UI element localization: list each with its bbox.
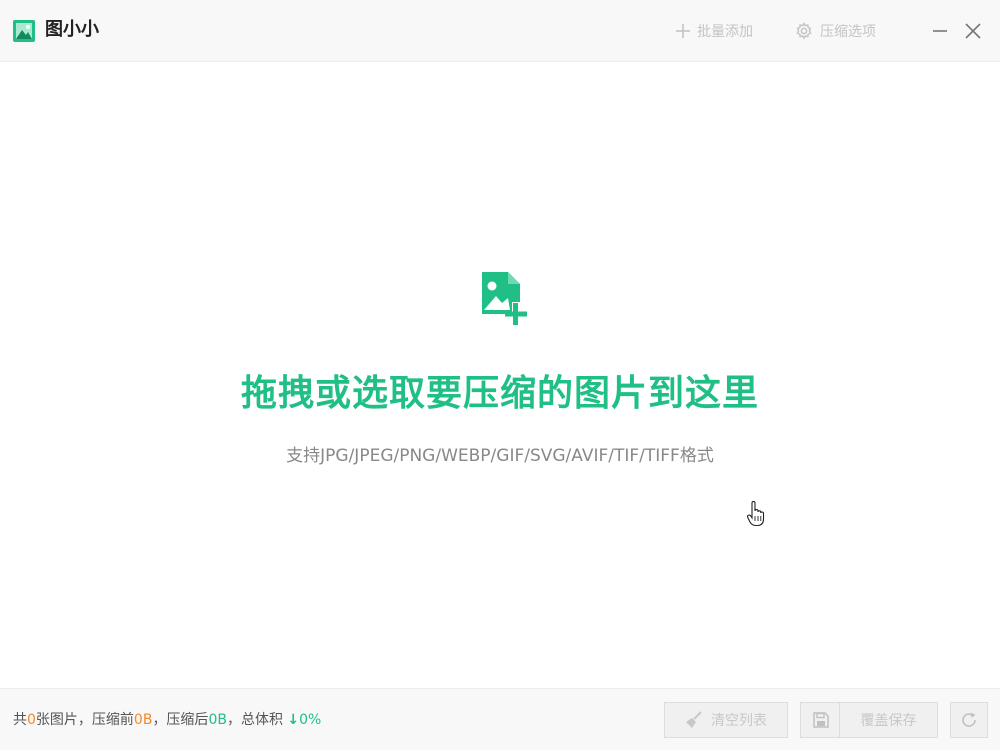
reduction-ratio: 0% [299, 712, 322, 728]
overwrite-save-button[interactable]: 覆盖保存 [839, 702, 938, 738]
image-add-icon [482, 272, 527, 325]
stats-total-prefix: ，总体积 [226, 712, 283, 728]
image-count: 0 [27, 712, 36, 728]
batch-add-label: 批量添加 [697, 24, 753, 40]
compress-options-button[interactable]: 压缩选项 [795, 19, 876, 43]
refresh-button[interactable] [950, 702, 988, 738]
refresh-icon [962, 712, 976, 727]
batch-add-button[interactable]: 批量添加 [676, 19, 753, 43]
arrow-down-icon: ↓ [287, 712, 300, 728]
stats-count-suffix: 张图片，压缩前 [35, 712, 134, 728]
clear-list-button[interactable]: 清空列表 [664, 702, 788, 738]
clear-list-label: 清空列表 [711, 713, 767, 729]
close-icon[interactable] [962, 20, 984, 42]
save-icon [812, 712, 829, 728]
compression-stats: 共0张图片，压缩前0B，压缩后0B，总体积 ↓0% [13, 709, 321, 731]
gear-icon [796, 22, 812, 40]
title-bar[interactable]: 图小小 批量添加 压缩选项 [0, 0, 1000, 62]
compress-options-label: 压缩选项 [820, 24, 876, 40]
app-logo-icon [13, 20, 35, 42]
overwrite-save-label: 覆盖保存 [860, 713, 917, 729]
save-icon-button[interactable] [800, 702, 840, 738]
supported-formats-text: 支持JPG/JPEG/PNG/WEBP/GIF/SVG/AVIF/TIF/TIF… [286, 446, 714, 466]
stats-prefix: 共 [13, 712, 27, 728]
broom-icon [686, 711, 702, 728]
app-title: 图小小 [45, 19, 99, 40]
drop-zone[interactable]: 拖拽或选取要压缩的图片到这里 支持JPG/JPEG/PNG/WEBP/GIF/S… [0, 62, 1000, 688]
app-window: 图小小 批量添加 压缩选项 拖拽或选取要压缩的图片到这里 支持JPG/JPEG/… [0, 0, 1000, 750]
status-bar: 共0张图片，压缩前0B，压缩后0B，总体积 ↓0% 清空列表 覆盖保存 [0, 688, 1000, 750]
minimize-icon[interactable] [929, 20, 951, 42]
plus-icon [676, 24, 690, 38]
drop-zone-heading: 拖拽或选取要压缩的图片到这里 [240, 373, 759, 414]
hand-cursor-icon [747, 501, 765, 527]
stats-after-prefix: ，压缩后 [152, 712, 209, 728]
size-after: 0B [208, 712, 227, 728]
size-before: 0B [133, 712, 153, 728]
